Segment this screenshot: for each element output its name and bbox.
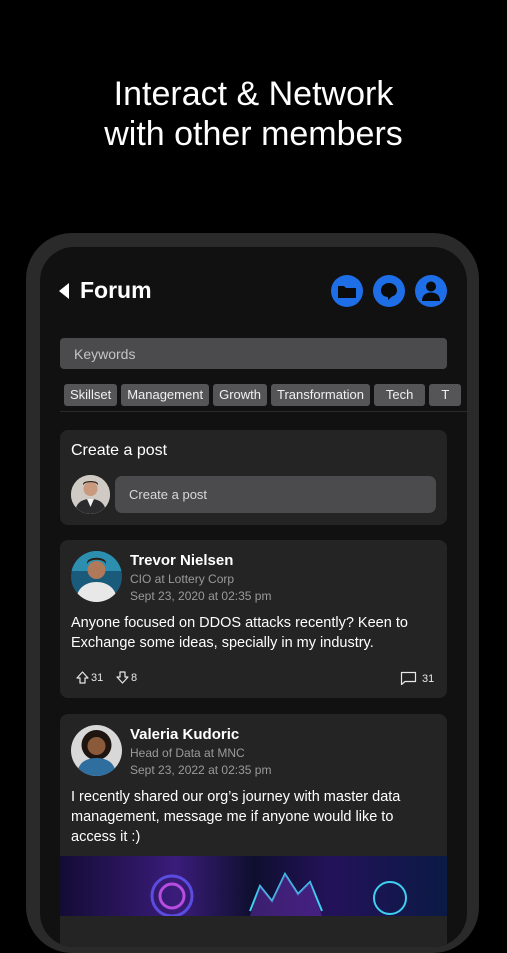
comments-button[interactable]: 31 [400,671,434,686]
upvote-button[interactable]: 31 [76,671,103,684]
chat-button[interactable] [373,275,405,307]
chip-skillset[interactable]: Skillset [64,384,118,406]
create-post-title: Create a post [71,442,168,459]
search-input[interactable] [60,338,447,369]
top-bar: Forum [40,275,467,307]
chip-growth[interactable]: Growth [213,384,267,406]
page-title: Forum [80,277,152,303]
post-card: Trevor Nielsen CIO at Lottery Corp Sept … [60,540,447,698]
chip-transformation[interactable]: Transformation [270,384,370,406]
folder-button[interactable] [331,275,363,307]
back-arrow-icon[interactable] [58,282,70,300]
chat-icon [381,283,397,300]
author-role: CIO at Lottery Corp [130,572,235,586]
arrow-up-icon [76,671,89,684]
post-timestamp: Sept 23, 2022 at 02:35 pm [130,763,272,777]
category-chips: Skillset Management Growth Transformation Te… [64,384,467,406]
downvote-button[interactable]: 8 [116,671,137,684]
profile-button[interactable] [415,275,447,307]
section-divider [60,411,467,412]
headline-line-2: with other members [104,115,403,153]
post-timestamp: Sept 23, 2020 at 02:35 pm [130,589,272,603]
author-avatar[interactable] [71,725,122,776]
upvote-count: 31 [91,671,104,684]
chip-more[interactable]: T [429,384,462,406]
comment-count: 31 [422,672,435,685]
comment-icon [400,671,417,686]
post-text: Anyone focused on DDOS attacks recently?… [71,615,408,651]
author-avatar[interactable] [71,551,122,602]
headline-line-1: Interact & Network [113,75,394,113]
create-post-card: Create a post Create a post [60,430,447,525]
author-role: Head of Data at MNC [130,746,245,760]
author-name[interactable]: Valeria Kudoric [130,726,239,743]
chip-tech[interactable]: Tech [373,384,426,406]
post-card: Valeria Kudoric Head of Data at MNC Sept… [60,714,447,947]
phone-screen: Forum SkillsetManagementGrowthTransforma… [40,247,467,947]
folder-icon [338,286,356,298]
create-post-input[interactable]: Create a post [115,476,436,513]
profile-icon [422,281,440,301]
post-image[interactable] [60,856,447,918]
chip-management[interactable]: Management [121,384,210,406]
current-user-avatar [71,475,110,514]
arrow-down-icon [116,671,129,684]
author-name[interactable]: Trevor Nielsen [130,552,233,569]
post-text: I recently shared our org’s journey with… [71,789,401,845]
downvote-count: 8 [131,671,138,684]
promo-headline: Interact & Network with other members [0,74,507,154]
